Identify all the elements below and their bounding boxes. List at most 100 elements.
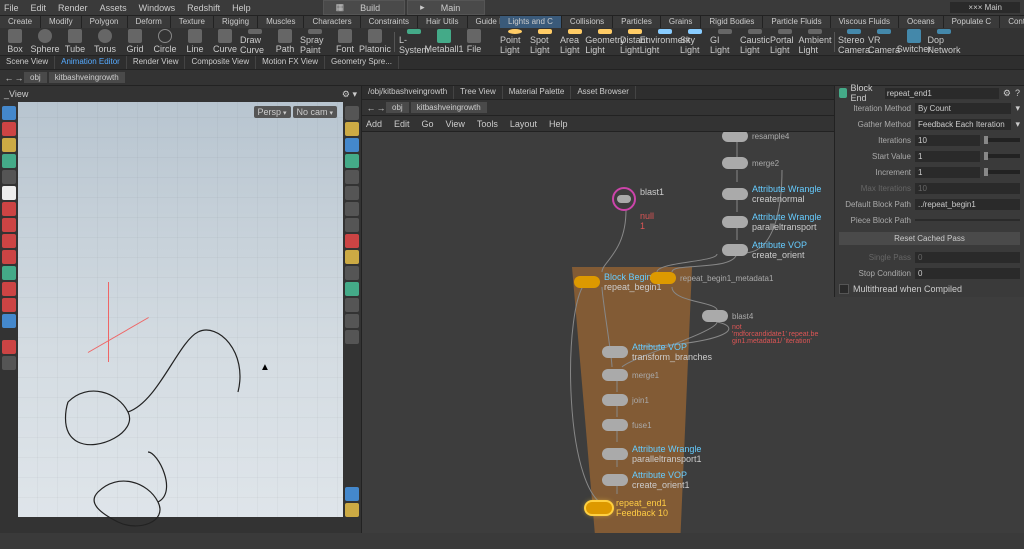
node-create-orient[interactable]: Attribute VOPcreate_orient — [722, 240, 807, 260]
node-create-orient1[interactable]: Attribute VOPcreate_orient1 — [602, 470, 690, 490]
param-value[interactable]: Feedback Each Iteration — [915, 119, 1011, 130]
tab-animation-editor[interactable]: Animation Editor — [55, 56, 127, 69]
tool-tube[interactable]: Tube — [60, 29, 90, 55]
menu-help[interactable]: Help — [232, 3, 251, 13]
reset-cached-pass-button[interactable]: Reset Cached Pass — [839, 232, 1020, 245]
param-value[interactable]: 0 — [915, 252, 1020, 263]
menu-redshift[interactable]: Redshift — [187, 3, 220, 13]
param-value[interactable]: 1 — [915, 151, 980, 162]
tool-circle[interactable]: Circle — [150, 29, 180, 55]
viewport-3d[interactable]: Persp ▾ No cam ▾ — [18, 102, 343, 517]
param-slider[interactable] — [984, 170, 1020, 174]
tool-icon[interactable] — [345, 487, 359, 501]
param-value[interactable] — [915, 219, 1020, 221]
lightbulb-icon[interactable] — [345, 250, 359, 264]
node-createnormal[interactable]: Attribute Wranglecreatenormal — [722, 184, 821, 204]
dropdown-icon[interactable]: ▾ — [1015, 103, 1020, 114]
nw-menu-help[interactable]: Help — [549, 119, 568, 129]
menu-file[interactable]: File — [4, 3, 19, 13]
param-value[interactable]: 10 — [915, 135, 980, 146]
tab-composite-view[interactable]: Composite View — [185, 56, 256, 69]
tool-platonic[interactable]: Platonic — [360, 29, 390, 55]
tool-icon[interactable] — [2, 340, 16, 354]
nav-fwd-icon[interactable]: → — [14, 73, 24, 83]
node-blast1[interactable]: blast1null 1 — [612, 187, 636, 211]
cam-dropdown[interactable]: No cam ▾ — [293, 106, 337, 118]
tool-icon[interactable] — [2, 154, 16, 168]
tab-network[interactable]: /obj/kitbashveingrowth — [362, 86, 454, 99]
node-paralleltransport[interactable]: Attribute Wrangleparalleltransport — [722, 212, 821, 232]
multithread-checkbox[interactable] — [839, 284, 849, 294]
param-slider[interactable] — [984, 138, 1020, 142]
param-slider[interactable] — [984, 154, 1020, 158]
tool-icon[interactable] — [2, 122, 16, 136]
tool-drawcurve[interactable]: Draw Curve — [240, 29, 270, 55]
path-asset[interactable]: kitbashveingrowth — [49, 72, 125, 83]
tool-icon[interactable] — [2, 170, 16, 184]
menu-render[interactable]: Render — [58, 3, 88, 13]
node-merge2[interactable]: merge2 — [722, 157, 779, 169]
node-blast4[interactable]: blast4 — [702, 310, 753, 322]
tool-icon[interactable] — [345, 106, 359, 120]
persp-dropdown[interactable]: Persp ▾ — [254, 106, 291, 118]
dropdown-icon[interactable]: ▾ — [1015, 119, 1020, 130]
nw-menu-edit[interactable]: Edit — [394, 119, 410, 129]
tool-icon[interactable] — [345, 298, 359, 312]
tab-material-palette[interactable]: Material Palette — [503, 86, 572, 99]
shelf-tab[interactable]: Create — [0, 16, 41, 28]
node-paralleltransport1[interactable]: Attribute Wrangleparalleltransport1 — [602, 444, 702, 464]
node-transform-branches[interactable]: Attribute VOPtransform_branches — [602, 342, 712, 362]
tool-font[interactable]: Font — [330, 29, 360, 55]
tool-icon[interactable] — [345, 186, 359, 200]
magnet-icon[interactable] — [2, 298, 16, 312]
param-value[interactable]: 0 — [915, 268, 1020, 279]
path-obj[interactable]: obj — [386, 102, 409, 113]
path-asset[interactable]: kitbashveingrowth — [411, 102, 487, 113]
tab-asset-browser[interactable]: Asset Browser — [571, 86, 636, 99]
tool-path[interactable]: Path — [270, 29, 300, 55]
param-value[interactable]: 10 — [915, 183, 1020, 194]
select-tool-icon[interactable] — [2, 106, 16, 120]
param-value[interactable]: 1 — [915, 167, 980, 178]
tool-grid[interactable]: Grid — [120, 29, 150, 55]
tab-tree-view[interactable]: Tree View — [454, 86, 503, 99]
nw-menu-layout[interactable]: Layout — [510, 119, 537, 129]
nw-menu-add[interactable]: Add — [366, 119, 382, 129]
path-obj[interactable]: obj — [24, 72, 47, 83]
nw-menu-tools[interactable]: Tools — [477, 119, 498, 129]
tool-icon[interactable] — [2, 250, 16, 264]
tool-icon[interactable] — [345, 266, 359, 280]
tool-icon[interactable] — [345, 234, 359, 248]
tool-icon[interactable] — [345, 202, 359, 216]
tool-icon[interactable] — [2, 282, 16, 296]
param-value[interactable]: By Count — [915, 103, 1011, 114]
tool-icon[interactable] — [345, 218, 359, 232]
node-repeat-begin1-metadata[interactable]: repeat_begin1_metadata1 — [650, 272, 773, 284]
nw-menu-view[interactable]: View — [446, 119, 465, 129]
gear-icon[interactable]: ⚙ — [1003, 88, 1011, 99]
tool-spraypaint[interactable]: Spray Paint — [300, 29, 330, 55]
desktop-right[interactable]: ××× Main — [950, 2, 1020, 13]
tool-icon[interactable] — [345, 330, 359, 344]
node-repeat-end1[interactable]: repeat_end1Feedback 10 — [586, 498, 668, 518]
pointer-icon[interactable] — [2, 186, 16, 200]
node-resample4[interactable]: resample4 — [722, 132, 789, 142]
nav-fwd-icon[interactable]: → — [376, 103, 386, 113]
nav-back-icon[interactable]: ← — [366, 103, 376, 113]
tool-icon[interactable] — [2, 234, 16, 248]
stereo-camera-icon[interactable]: Stereo Camera — [839, 29, 869, 55]
tab-render-view[interactable]: Render View — [127, 56, 186, 69]
tool-icon[interactable] — [2, 138, 16, 152]
tab-motion-fx[interactable]: Motion FX View — [256, 56, 325, 69]
spot-light-icon[interactable]: Spot Light — [530, 29, 560, 55]
viewport-opts-icon[interactable]: ⚙ ▾ — [342, 89, 357, 100]
node-repeat-begin1[interactable]: Block Beginrepeat_begin1 — [574, 272, 662, 292]
tool-icon[interactable] — [345, 503, 359, 517]
param-value[interactable]: ../repeat_begin1 — [915, 199, 1020, 210]
menu-assets[interactable]: Assets — [100, 3, 127, 13]
tool-curve[interactable]: Curve — [210, 29, 240, 55]
tool-sphere[interactable]: Sphere — [30, 29, 60, 55]
tab-scene-view[interactable]: Scene View — [0, 56, 55, 69]
tool-line[interactable]: Line — [180, 29, 210, 55]
tool-icon[interactable] — [2, 202, 16, 216]
